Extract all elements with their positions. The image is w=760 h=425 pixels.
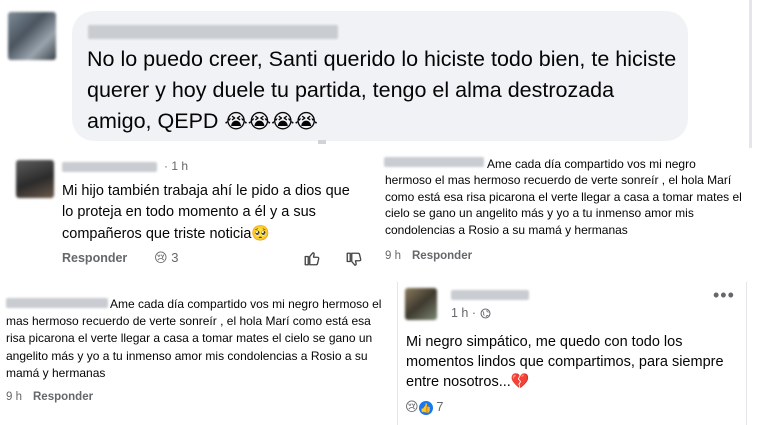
commenter-name-redacted[interactable]: [88, 25, 338, 39]
reaction-summary[interactable]: 😢👍 7: [405, 399, 443, 415]
like-icon: 👍: [418, 400, 433, 415]
broken-heart-emoji: 💔: [510, 372, 530, 390]
commenter-name-redacted[interactable]: [62, 162, 157, 172]
reaction-count: 3: [171, 250, 179, 265]
comment-text: Ame cada día compartido vos mi negro her…: [385, 157, 742, 237]
reply-button[interactable]: Responder: [62, 251, 127, 265]
sad-emoji: 😢: [154, 251, 168, 266]
comment-text: No lo puedo creer, Santi querido lo hici…: [87, 47, 677, 133]
commenter-name-redacted[interactable]: [451, 290, 529, 300]
thumbs-down-icon[interactable]: [345, 251, 363, 269]
commenter-avatar[interactable]: [405, 288, 437, 320]
comment-text: Mi negro simpático, me quedo con todo lo…: [406, 334, 724, 390]
reaction-summary[interactable]: 😢 3: [154, 250, 178, 266]
scrollbar[interactable]: [749, 0, 752, 148]
crying-emoji: 😭😭😭😭: [224, 109, 318, 133]
thumbs-up-icon[interactable]: [303, 249, 321, 267]
more-options-button[interactable]: •••: [713, 285, 735, 306]
reaction-count: 7: [436, 399, 444, 414]
commenter-avatar[interactable]: [8, 12, 56, 60]
bubble-tail: [318, 140, 326, 144]
comment-timestamp[interactable]: 9 h: [385, 250, 401, 262]
reply-button[interactable]: Responder: [412, 250, 472, 262]
sad-emoji: 😢: [405, 400, 419, 415]
comment-timestamp[interactable]: 1 h ·: [451, 306, 476, 320]
comment-timestamp[interactable]: 9 h: [6, 391, 22, 403]
reply-button[interactable]: Responder: [33, 391, 93, 403]
globe-icon: [480, 308, 491, 319]
pleading-emoji: 🥺: [251, 224, 271, 242]
comment-text: Mi hijo también trabaja ahí le pido a di…: [62, 183, 350, 242]
commenter-avatar[interactable]: [16, 160, 54, 198]
comment-timestamp[interactable]: · 1 h: [164, 159, 188, 173]
comment-text: Ame cada día compartido vos mi negro her…: [6, 297, 382, 380]
